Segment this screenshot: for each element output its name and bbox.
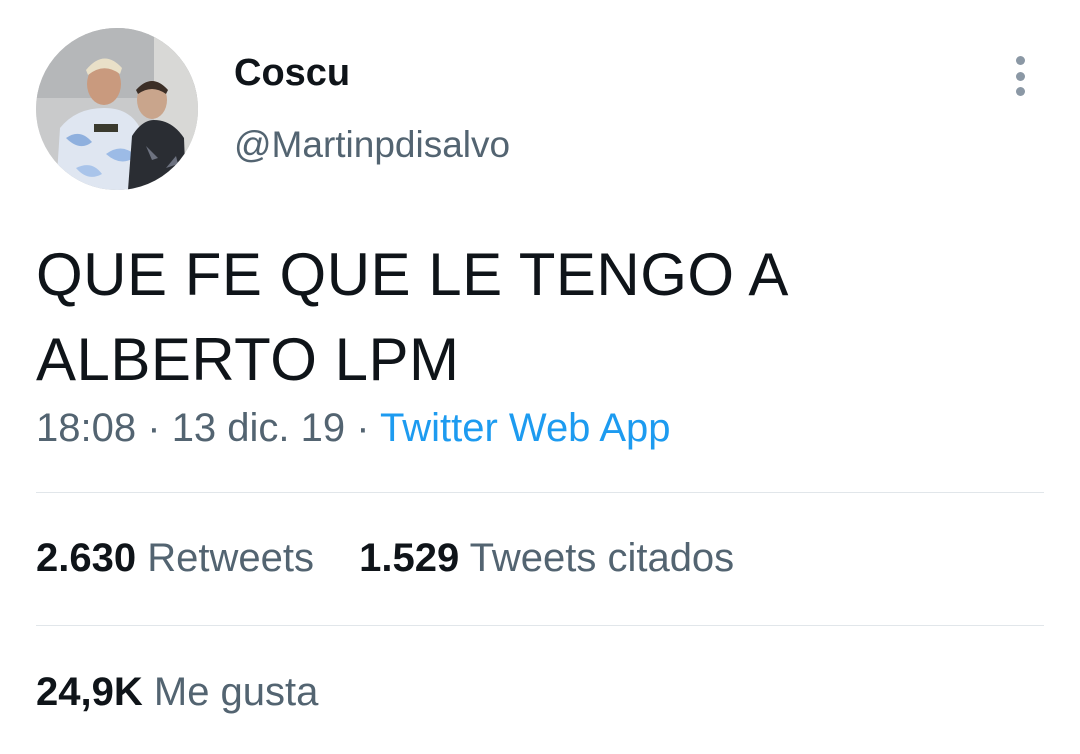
meta-separator: · [147,406,161,450]
tweet-text-line: ALBERTO LPM [36,326,460,393]
tweet-text: QUE FE QUE LE TENGO A ALBERTO LPM [36,232,1036,402]
more-vertical-icon [1015,71,1025,81]
likes-row: 24,9K Me gusta [36,670,318,715]
likes-count: 24,9K [36,670,143,714]
tweet-detail: Coscu @Martinpdisalvo QUE FE QUE LE TENG… [0,0,1080,754]
retweets-stat[interactable]: 2.630 Retweets [36,536,314,581]
user-handle[interactable]: @Martinpdisalvo [234,124,510,166]
quote-tweets-stat[interactable]: 1.529 Tweets citados [359,536,734,581]
quote-tweets-count: 1.529 [359,536,460,580]
quote-tweets-label: Tweets citados [469,536,735,580]
meta-separator: · [356,406,370,450]
tweet-date[interactable]: 13 dic. 19 [172,406,345,450]
more-options-button[interactable] [1000,52,1040,100]
divider [36,625,1044,626]
avatar-photo [36,28,198,190]
likes-stat[interactable]: 24,9K Me gusta [36,670,318,715]
display-name[interactable]: Coscu [234,52,350,95]
avatar[interactable] [36,28,198,190]
tweet-time[interactable]: 18:08 [36,406,136,450]
likes-label: Me gusta [153,670,319,714]
tweet-source-link[interactable]: Twitter Web App [380,406,671,450]
more-vertical-icon [1015,87,1025,96]
retweets-count: 2.630 [36,536,137,580]
tweet-meta: 18:08 · 13 dic. 19 · Twitter Web App [36,406,671,451]
retweets-label: Retweets [147,536,314,580]
more-vertical-icon [1015,56,1025,65]
tweet-text-line: QUE FE QUE LE TENGO A [36,241,789,308]
engagement-stats: 2.630 Retweets 1.529 Tweets citados [36,536,734,581]
divider [36,492,1044,493]
